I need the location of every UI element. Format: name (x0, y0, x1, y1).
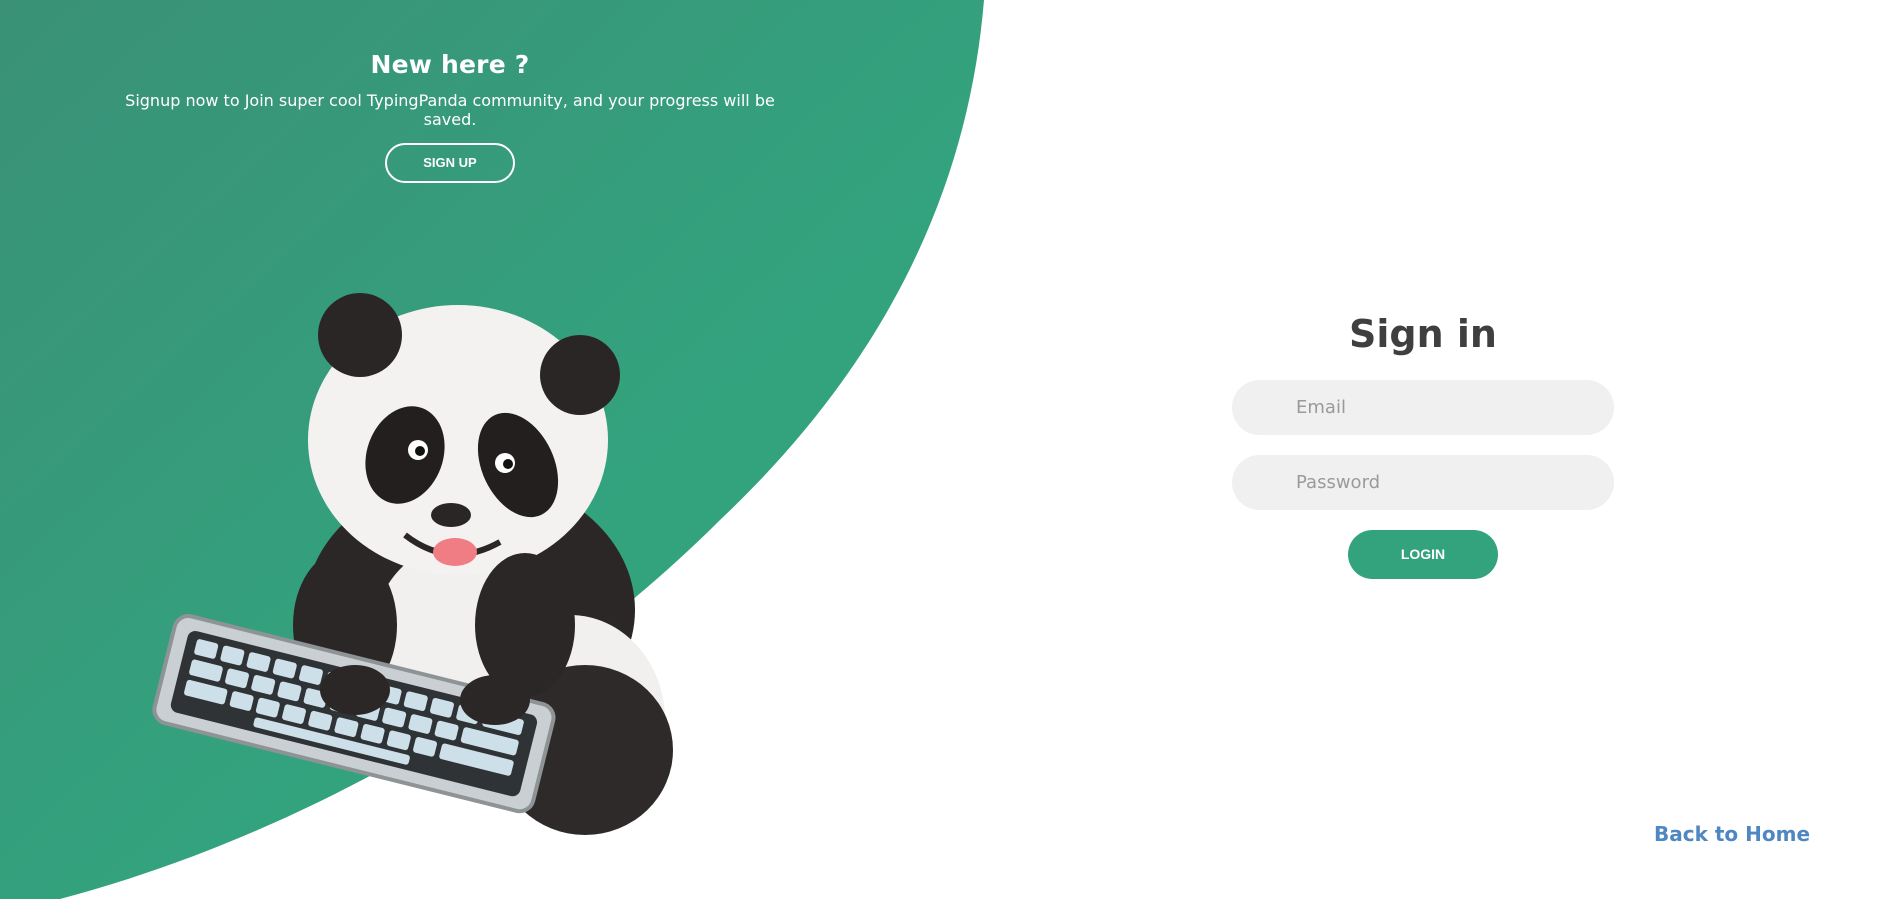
password-input[interactable] (1294, 471, 1588, 494)
signin-form: Sign in LOGIN (1232, 312, 1614, 579)
back-to-home-link[interactable]: Back to Home (1654, 822, 1810, 846)
login-button[interactable]: LOGIN (1348, 530, 1498, 579)
email-field[interactable] (1232, 380, 1614, 435)
signin-title: Sign in (1349, 312, 1497, 356)
signin-page: New here ? Signup now to Join super cool… (0, 0, 1891, 899)
signup-promo: New here ? Signup now to Join super cool… (100, 50, 800, 183)
signup-button[interactable]: SIGN UP (385, 143, 515, 183)
password-field[interactable] (1232, 455, 1614, 510)
promo-title: New here ? (370, 50, 530, 79)
panda-illustration (152, 293, 673, 835)
email-input[interactable] (1294, 396, 1588, 419)
promo-description: Signup now to Join super cool TypingPand… (125, 91, 775, 129)
